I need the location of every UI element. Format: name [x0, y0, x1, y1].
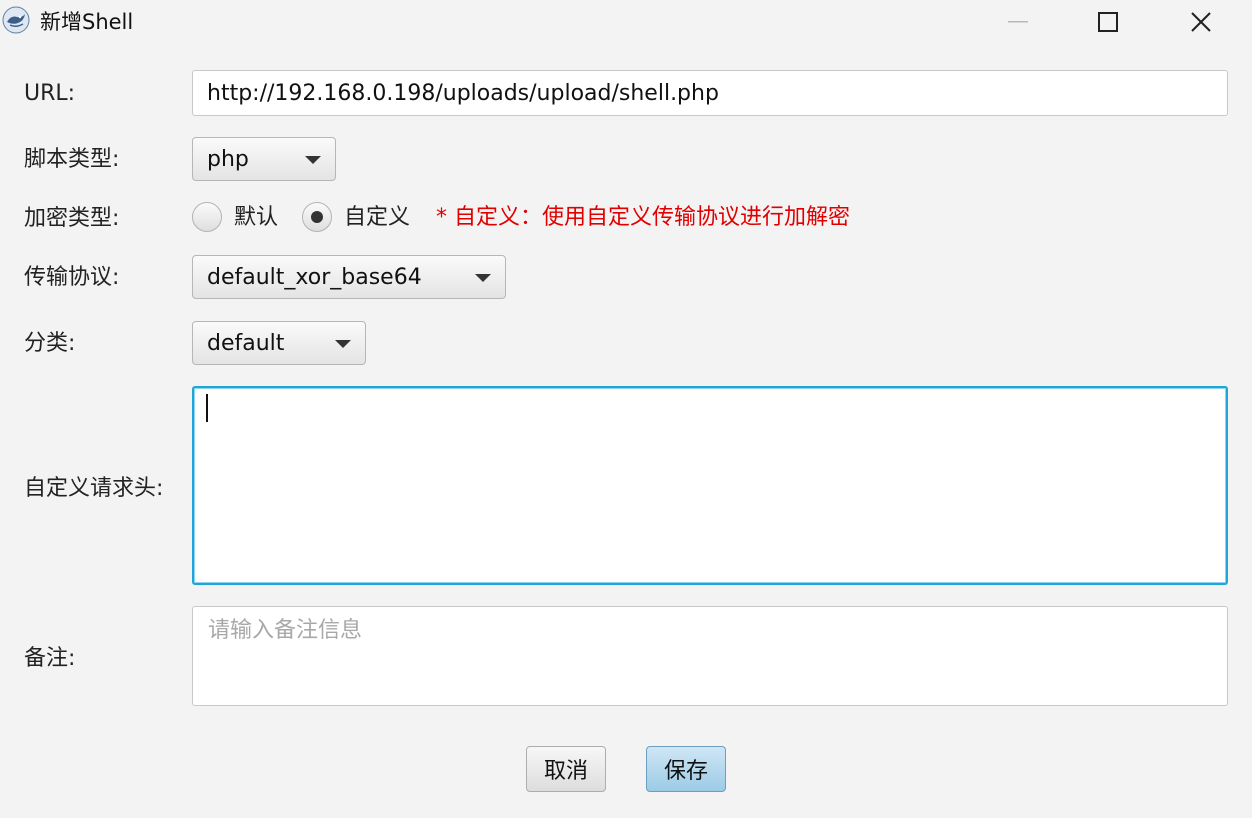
- script-type-value: php: [207, 146, 249, 172]
- cancel-button[interactable]: 取消: [526, 746, 606, 792]
- category-select[interactable]: default: [192, 321, 366, 365]
- url-label: URL:: [24, 81, 76, 106]
- encrypt-hint: * 自定义：使用自定义传输协议进行加解密: [436, 205, 850, 230]
- encrypt-type-label: 加密类型:: [24, 206, 120, 231]
- new-shell-dialog: 新增Shell URL: http://192.168.0.198/upload…: [0, 0, 1252, 818]
- title-bar: 新增Shell: [0, 0, 1252, 44]
- chevron-down-icon: [475, 274, 491, 282]
- minimize-icon: [1008, 21, 1028, 23]
- minimize-button[interactable]: [972, 0, 1064, 44]
- note-label: 备注:: [24, 646, 76, 671]
- headers-textarea[interactable]: [192, 386, 1228, 585]
- radio-custom[interactable]: [302, 202, 332, 232]
- radio-default[interactable]: [192, 202, 222, 232]
- script-type-select[interactable]: php: [192, 137, 336, 181]
- radio-custom-label[interactable]: 自定义: [344, 203, 410, 233]
- url-input[interactable]: http://192.168.0.198/uploads/upload/shel…: [192, 70, 1228, 116]
- note-placeholder: 请输入备注信息: [208, 618, 363, 643]
- radio-default-label[interactable]: 默认: [234, 203, 278, 233]
- category-value: default: [207, 330, 285, 356]
- radio-selected-dot: [311, 211, 323, 223]
- category-label: 分类:: [24, 331, 76, 356]
- script-type-label: 脚本类型:: [24, 147, 120, 172]
- note-textarea[interactable]: 请输入备注信息: [192, 606, 1228, 706]
- chevron-down-icon: [335, 340, 351, 348]
- maximize-button[interactable]: [1062, 0, 1154, 44]
- chevron-down-icon: [305, 156, 321, 164]
- protocol-label: 传输协议:: [24, 265, 120, 290]
- headers-label: 自定义请求头:: [24, 476, 164, 501]
- close-button[interactable]: [1155, 0, 1247, 44]
- save-button[interactable]: 保存: [646, 746, 726, 792]
- maximize-icon: [1098, 12, 1118, 32]
- protocol-value: default_xor_base64: [207, 264, 422, 290]
- app-logo-icon: [2, 6, 30, 34]
- close-icon: [1191, 12, 1211, 32]
- protocol-select[interactable]: default_xor_base64: [192, 255, 506, 299]
- window-title: 新增Shell: [40, 10, 134, 34]
